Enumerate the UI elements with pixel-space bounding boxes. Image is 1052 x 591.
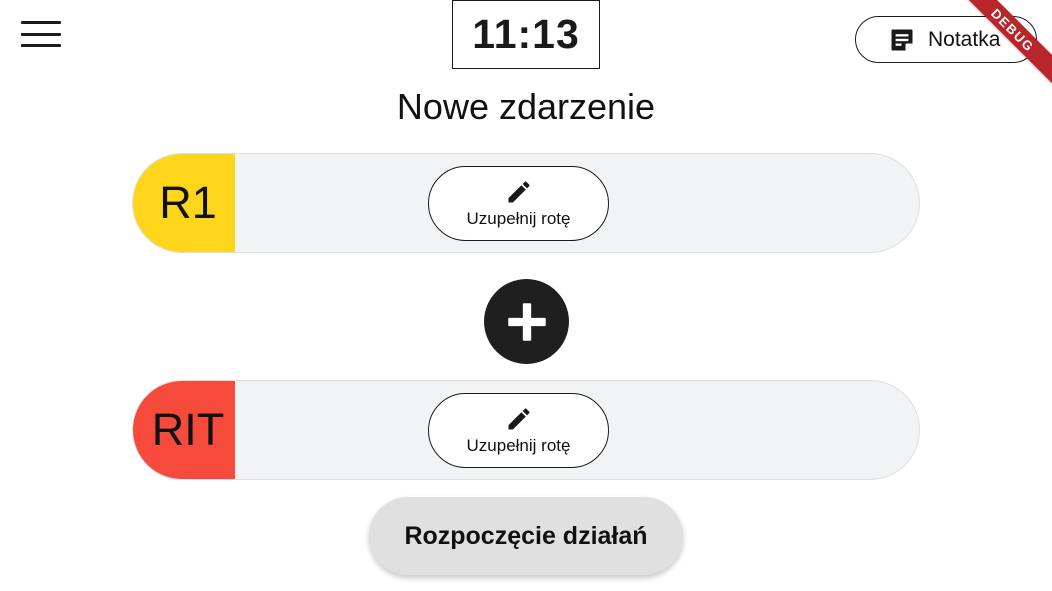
hamburger-menu-icon[interactable] bbox=[20, 19, 62, 49]
pencil-icon bbox=[508, 408, 530, 430]
start-actions-button[interactable]: Rozpoczęcie działań bbox=[369, 497, 683, 575]
clock-display: 11:13 bbox=[452, 0, 600, 69]
fill-rota-label-r1: Uzupełnij rotę bbox=[466, 209, 571, 228]
note-button-label: Notatka bbox=[928, 27, 1001, 51]
rota-badge-rit: RIT bbox=[133, 381, 235, 479]
fill-rota-button-r1[interactable]: Uzupełnij rotę bbox=[428, 166, 609, 241]
fill-rota-label-rit: Uzupełnij rotę bbox=[466, 436, 571, 455]
rota-card-rit: RIT Uzupełnij rotę bbox=[132, 380, 920, 480]
rota-card-r1: R1 Uzupełnij rotę bbox=[132, 153, 920, 253]
sticky-note-icon bbox=[891, 29, 913, 50]
add-rota-button[interactable] bbox=[484, 279, 569, 364]
pencil-icon bbox=[508, 181, 530, 203]
app-root: 11:13 Notatka DEBUG Nowe zdarzenie R1 Uz… bbox=[0, 0, 1052, 591]
page-title: Nowe zdarzenie bbox=[396, 86, 656, 127]
fill-rota-button-rit[interactable]: Uzupełnij rotę bbox=[428, 393, 609, 468]
rota-badge-r1: R1 bbox=[133, 154, 235, 252]
plus-icon bbox=[507, 302, 546, 341]
